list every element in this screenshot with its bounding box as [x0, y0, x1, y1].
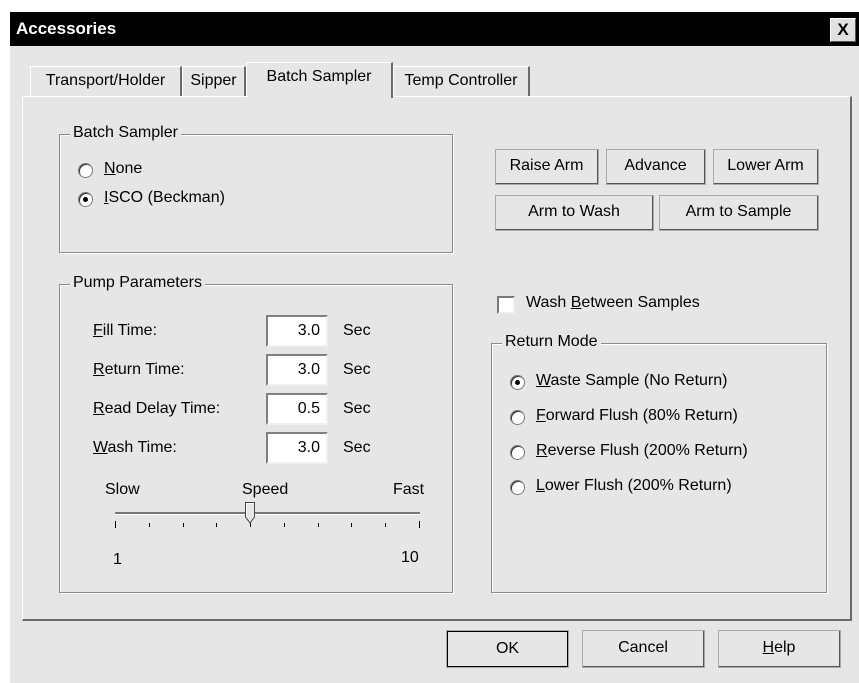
radio-forward-flush-indicator — [510, 410, 525, 425]
radio-reverse-flush-indicator — [510, 445, 525, 460]
speed-tick — [284, 523, 285, 527]
raise-arm-button[interactable]: Raise Arm — [495, 149, 599, 185]
radio-none-indicator — [78, 163, 93, 178]
read-delay-time-unit: Sec — [343, 400, 371, 417]
radio-waste-sample[interactable]: Waste Sample (No Return) — [510, 372, 810, 394]
radio-isco[interactable]: ISCO (Beckman) — [78, 189, 298, 211]
arm-to-sample-button[interactable]: Arm to Sample — [659, 195, 819, 231]
window-title: Accessories — [16, 19, 117, 38]
radio-isco-label: ISCO (Beckman) — [104, 189, 225, 206]
radio-reverse-flush[interactable]: Reverse Flush (200% Return) — [510, 442, 810, 464]
speed-tick — [385, 523, 386, 527]
tab-panel: Batch Sampler None ISCO (Beckman) Raise … — [22, 96, 852, 621]
close-button[interactable]: X — [830, 18, 856, 42]
radio-none[interactable]: None — [78, 160, 278, 182]
speed-slider[interactable] — [115, 501, 420, 541]
speed-tick — [115, 521, 116, 528]
wash-time-unit: Sec — [343, 439, 371, 456]
cancel-button[interactable]: Cancel — [582, 630, 705, 668]
return-time-label: Return Time: — [93, 361, 185, 378]
wash-time-label: Wash Time: — [93, 439, 177, 456]
speed-min-value: 1 — [113, 551, 122, 568]
radio-lower-flush[interactable]: Lower Flush (200% Return) — [510, 477, 810, 499]
ok-button[interactable]: OK — [446, 630, 569, 668]
radio-reverse-flush-label: Reverse Flush (200% Return) — [536, 442, 748, 459]
return-mode-group-title: Return Mode — [502, 333, 601, 351]
return-time-input[interactable]: 3.0 — [266, 354, 328, 386]
speed-tick — [216, 523, 217, 527]
fill-time-row: Fill Time: 3.0 Sec — [60, 315, 450, 349]
tab-sipper[interactable]: Sipper — [182, 66, 246, 96]
radio-none-label: None — [104, 160, 143, 177]
read-delay-time-label: Read Delay Time: — [93, 400, 221, 417]
radio-isco-indicator — [78, 192, 93, 207]
radio-lower-flush-label: Lower Flush (200% Return) — [536, 477, 732, 494]
speed-tick — [351, 523, 352, 527]
read-delay-time-input[interactable]: 0.5 — [266, 393, 328, 425]
wash-time-input[interactable]: 3.0 — [266, 432, 328, 464]
tab-transport-holder[interactable]: Transport/Holder — [30, 66, 182, 96]
speed-slider-thumb[interactable] — [245, 502, 255, 524]
fill-time-input[interactable]: 3.0 — [266, 315, 328, 347]
batch-sampler-group-title: Batch Sampler — [70, 124, 181, 142]
tab-temp-controller[interactable]: Temp Controller — [393, 66, 530, 96]
pump-parameters-group: Pump Parameters Fill Time: 3.0 Sec Retur… — [59, 274, 453, 593]
speed-slow-label: Slow — [105, 481, 140, 498]
help-button[interactable]: Help — [718, 630, 841, 668]
pump-parameters-group-title: Pump Parameters — [70, 274, 205, 292]
speed-tick — [149, 523, 150, 527]
wash-between-samples-box — [497, 296, 515, 314]
accessories-dialog: Accessories X Transport/Holder Sipper Ba… — [10, 12, 859, 683]
wash-between-samples-label: Wash Between Samples — [526, 294, 700, 311]
title-bar: Accessories X — [10, 12, 859, 46]
fill-time-unit: Sec — [343, 322, 371, 339]
speed-tick — [318, 523, 319, 527]
return-time-row: Return Time: 3.0 Sec — [60, 354, 450, 388]
radio-forward-flush-label: Forward Flush (80% Return) — [536, 407, 738, 424]
speed-fast-label: Fast — [393, 481, 425, 498]
radio-waste-sample-label: Waste Sample (No Return) — [536, 372, 728, 389]
speed-tick — [183, 523, 184, 527]
speed-label: Speed — [242, 481, 289, 498]
speed-slider-track — [115, 512, 420, 515]
wash-time-row: Wash Time: 3.0 Sec — [60, 432, 450, 466]
tab-batch-sampler[interactable]: Batch Sampler — [246, 62, 393, 98]
speed-max-value: 10 — [401, 549, 419, 566]
advance-button[interactable]: Advance — [606, 149, 706, 185]
speed-tick — [419, 521, 420, 528]
return-time-unit: Sec — [343, 361, 371, 378]
read-delay-time-row: Read Delay Time: 0.5 Sec — [60, 393, 450, 427]
fill-time-label: Fill Time: — [93, 322, 158, 339]
return-mode-group: Return Mode Waste Sample (No Return) For… — [491, 333, 827, 593]
radio-lower-flush-indicator — [510, 480, 525, 495]
lower-arm-button[interactable]: Lower Arm — [713, 149, 819, 185]
arm-to-wash-button[interactable]: Arm to Wash — [495, 195, 654, 231]
wash-between-samples-checkbox[interactable]: Wash Between Samples — [497, 294, 757, 318]
radio-forward-flush[interactable]: Forward Flush (80% Return) — [510, 407, 810, 429]
radio-waste-sample-indicator — [510, 375, 525, 390]
batch-sampler-group: Batch Sampler None ISCO (Beckman) — [59, 124, 453, 253]
